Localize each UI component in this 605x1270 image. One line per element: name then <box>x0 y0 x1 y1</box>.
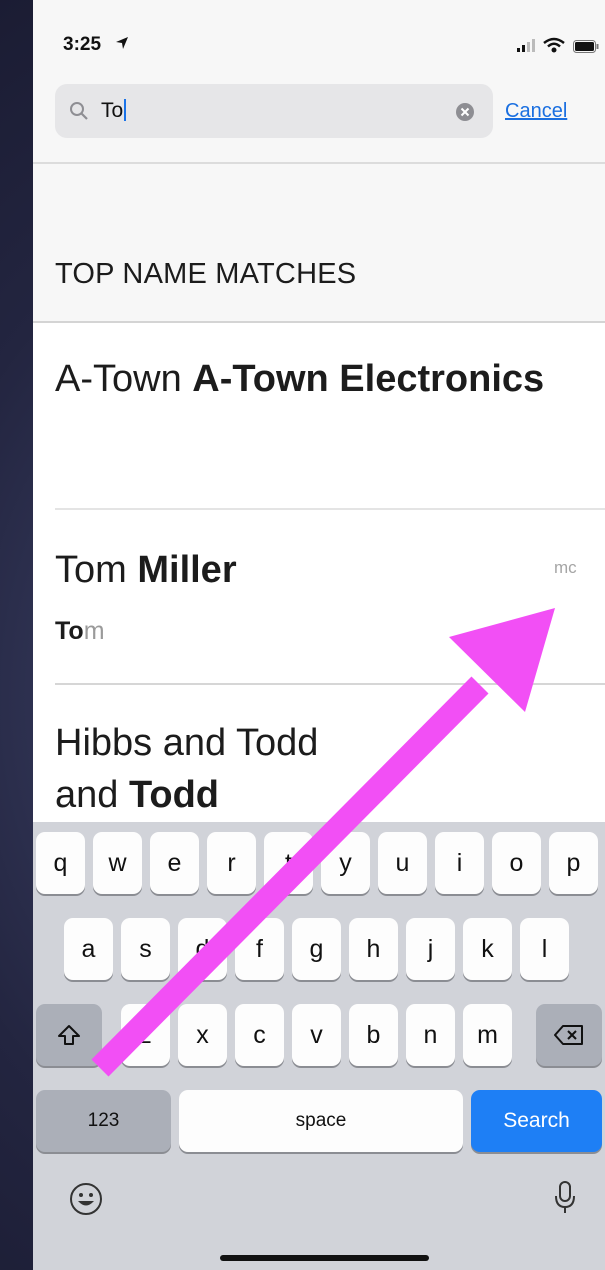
numbers-key[interactable]: 123 <box>36 1090 171 1152</box>
cancel-button[interactable]: Cancel <box>505 100 567 123</box>
result-item-tom-miller[interactable]: Tom Miller <box>55 544 237 596</box>
divider <box>55 683 605 685</box>
key-b[interactable]: b <box>349 1004 398 1066</box>
status-bar: 3:25 <box>33 0 605 78</box>
key-f[interactable]: f <box>235 918 284 980</box>
key-h[interactable]: h <box>349 918 398 980</box>
key-l[interactable]: l <box>520 918 569 980</box>
results-list: A-Town A-Town Electronics Tom Miller mc … <box>33 323 605 823</box>
key-x[interactable]: x <box>178 1004 227 1066</box>
key-p[interactable]: p <box>549 832 598 894</box>
key-u[interactable]: u <box>378 832 427 894</box>
key-a[interactable]: a <box>64 918 113 980</box>
search-query: To <box>101 99 127 123</box>
key-n[interactable]: n <box>406 1004 455 1066</box>
result-item-hibbs-and-todd[interactable]: Hibbs and Todd and Todd <box>55 717 575 821</box>
microphone-icon[interactable] <box>554 1180 576 1216</box>
key-w[interactable]: w <box>93 832 142 894</box>
wifi-icon <box>543 37 565 53</box>
keyboard: q w e r t y u i o p a s d f g h j k l z … <box>33 822 605 1270</box>
cellular-signal-icon <box>517 39 535 52</box>
result-name-plain-line2: and <box>55 774 129 816</box>
key-e[interactable]: e <box>150 832 199 894</box>
key-q[interactable]: q <box>36 832 85 894</box>
key-y[interactable]: y <box>321 832 370 894</box>
location-arrow-icon <box>116 37 128 49</box>
search-icon <box>70 102 88 120</box>
key-m[interactable]: m <box>463 1004 512 1066</box>
clear-text-icon[interactable] <box>456 103 474 121</box>
result-name-plain: Hibbs and Todd <box>55 722 319 764</box>
key-g[interactable]: g <box>292 918 341 980</box>
divider <box>33 162 605 164</box>
key-c[interactable]: c <box>235 1004 284 1066</box>
result-name-bold: Miller <box>137 549 237 591</box>
key-i[interactable]: i <box>435 832 484 894</box>
result-initials: mc <box>554 558 577 577</box>
search-key[interactable]: Search <box>471 1090 602 1152</box>
result-subtitle: Tom <box>55 617 105 646</box>
subtitle-match: To <box>55 617 84 645</box>
key-k[interactable]: k <box>463 918 512 980</box>
result-name-plain: A-Town <box>55 358 193 400</box>
result-name-bold: A-Town Electronics <box>192 358 545 400</box>
shift-key[interactable] <box>36 1004 102 1066</box>
backspace-key[interactable] <box>536 1004 602 1066</box>
result-item-a-town[interactable]: A-Town A-Town Electronics <box>55 353 575 405</box>
key-v[interactable]: v <box>292 1004 341 1066</box>
result-name-bold: Todd <box>128 774 219 816</box>
key-s[interactable]: s <box>121 918 170 980</box>
emoji-icon[interactable] <box>69 1182 103 1216</box>
space-key[interactable]: space <box>179 1090 463 1152</box>
divider <box>55 508 605 510</box>
result-name-plain: Tom <box>55 549 138 591</box>
shift-icon <box>58 1025 80 1045</box>
key-t[interactable]: t <box>264 832 313 894</box>
text-cursor <box>124 99 127 121</box>
section-header: TOP NAME MATCHES <box>55 258 357 290</box>
home-indicator <box>220 1255 429 1261</box>
key-j[interactable]: j <box>406 918 455 980</box>
search-input[interactable]: To <box>55 84 493 138</box>
battery-icon <box>573 40 599 53</box>
status-time: 3:25 <box>63 34 102 55</box>
subtitle-rest: m <box>83 617 105 645</box>
backspace-icon <box>554 1025 583 1045</box>
key-r[interactable]: r <box>207 832 256 894</box>
key-d[interactable]: d <box>178 918 227 980</box>
key-z[interactable]: z <box>121 1004 170 1066</box>
phone-screen: 3:25 To Cancel TOP NAME MATCHES A-Town A… <box>33 0 605 1270</box>
key-o[interactable]: o <box>492 832 541 894</box>
